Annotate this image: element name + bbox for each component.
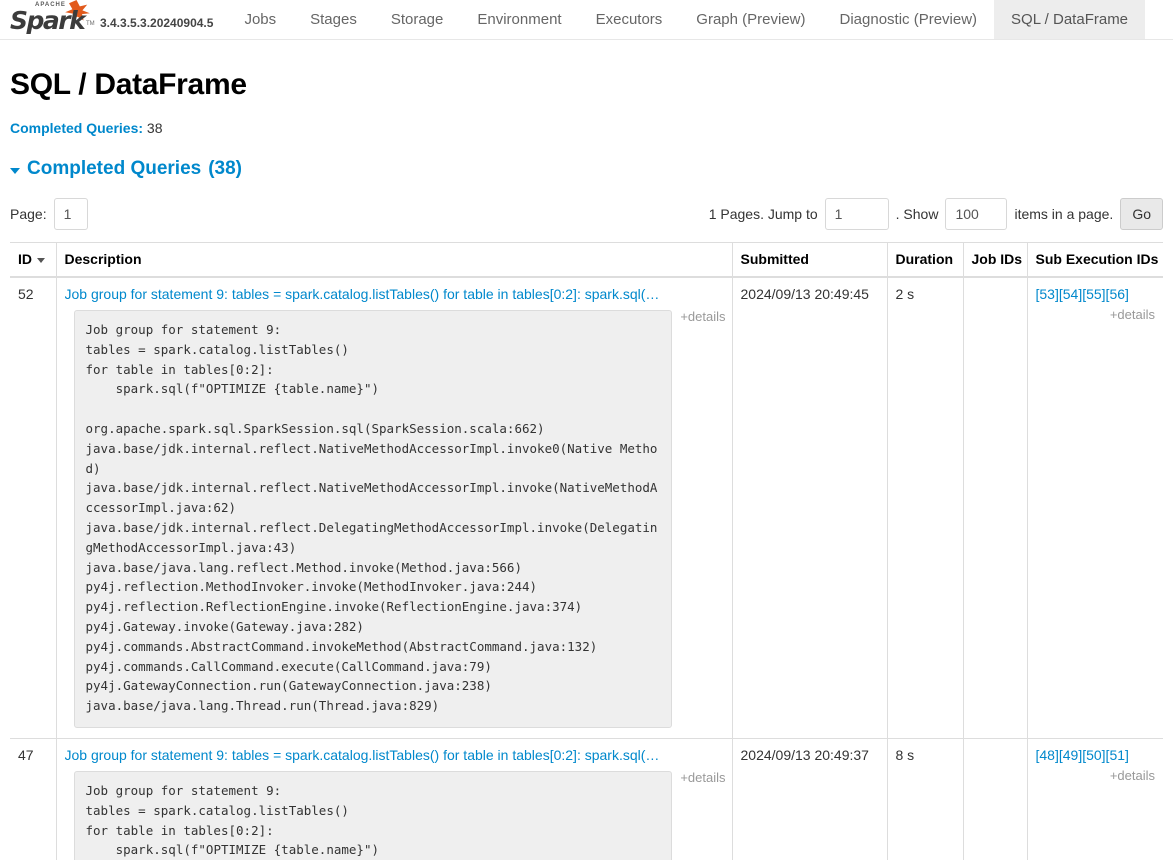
- column-header-id[interactable]: ID: [10, 242, 56, 278]
- page-content: SQL / DataFrame Completed Queries: 38 Co…: [0, 68, 1173, 860]
- query-details-block: Job group for statement 9: tables = spar…: [73, 770, 672, 860]
- table-row: 47 Job group for statement 9: tables = s…: [10, 738, 1163, 860]
- summary-label: Completed Queries:: [10, 120, 144, 136]
- sub-execution-ids-link[interactable]: [53][54][55][56]: [1036, 286, 1129, 302]
- column-header-job-ids[interactable]: Job IDs: [962, 242, 1027, 278]
- section-count: (38): [208, 158, 243, 179]
- tab-jobs[interactable]: Jobs: [227, 0, 293, 39]
- completed-queries-table: ID Description Submitted Duration Job ID…: [10, 242, 1163, 860]
- jump-to-input[interactable]: [824, 198, 889, 230]
- cell-duration: 2 s: [886, 277, 963, 739]
- spark-logo: APACHE Spark TM: [8, 0, 95, 35]
- sub-execution-details-toggle[interactable]: +details: [1036, 768, 1155, 783]
- cell-submitted: 2024/09/13 20:49:37: [731, 738, 887, 860]
- query-description-link[interactable]: Job group for statement 9: tables = spar…: [65, 286, 724, 302]
- query-details-block: Job group for statement 9: tables = spar…: [73, 310, 672, 728]
- pagination-bar: Page: 1 Pages. Jump to . Show items in a…: [10, 198, 1163, 230]
- tab-diagnostic-preview[interactable]: Diagnostic (Preview): [823, 0, 995, 39]
- cell-sub-execution-ids: [48][49][50][51] +details: [1026, 738, 1163, 860]
- sub-execution-details-toggle[interactable]: +details: [1036, 307, 1155, 322]
- page-label: Page:: [10, 206, 47, 222]
- section-title: Completed Queries: [27, 158, 202, 179]
- items-per-page-label: items in a page.: [1014, 206, 1114, 222]
- description-details-toggle[interactable]: +details: [680, 770, 725, 785]
- tab-graph-preview[interactable]: Graph (Preview): [679, 0, 822, 39]
- logo-spark-text: Spark: [10, 6, 86, 35]
- cell-duration: 8 s: [886, 738, 963, 860]
- main-navbar: APACHE Spark TM 3.4.3.5.3.20240904.5 Job…: [0, 0, 1173, 40]
- column-header-submitted[interactable]: Submitted: [731, 242, 887, 278]
- table-row: 52 Job group for statement 9: tables = s…: [10, 277, 1163, 739]
- tab-environment[interactable]: Environment: [460, 0, 578, 39]
- cell-sub-execution-ids: [53][54][55][56] +details: [1026, 277, 1163, 739]
- go-button[interactable]: Go: [1120, 198, 1163, 230]
- page-title: SQL / DataFrame: [10, 68, 247, 101]
- column-header-sub-execution-ids[interactable]: Sub Execution IDs: [1026, 242, 1163, 278]
- cell-job-ids: [962, 277, 1027, 739]
- tab-sql-dataframe[interactable]: SQL / DataFrame: [994, 0, 1146, 39]
- page-size-input[interactable]: [945, 198, 1008, 230]
- tab-storage[interactable]: Storage: [374, 0, 461, 39]
- pagination-left: Page:: [10, 198, 88, 230]
- page-input[interactable]: [53, 198, 88, 230]
- query-description-link[interactable]: Job group for statement 9: tables = spar…: [65, 747, 724, 763]
- completed-queries-section-toggle[interactable]: Completed Queries (38): [10, 158, 1163, 180]
- pagination-right: 1 Pages. Jump to . Show items in a page.…: [709, 198, 1163, 230]
- brand-logo[interactable]: APACHE Spark TM 3.4.3.5.3.20240904.5: [0, 0, 213, 39]
- summary-value: 38: [146, 120, 163, 136]
- tab-executors[interactable]: Executors: [579, 0, 680, 39]
- table-header-row: ID Description Submitted Duration Job ID…: [10, 242, 1163, 278]
- nav-tab-list: Jobs Stages Storage Environment Executor…: [227, 0, 1146, 39]
- cell-submitted: 2024/09/13 20:49:45: [731, 277, 887, 739]
- column-header-duration[interactable]: Duration: [886, 242, 963, 278]
- show-label: . Show: [895, 206, 939, 222]
- cell-id: 47: [10, 738, 56, 860]
- sub-execution-ids-link[interactable]: [48][49][50][51]: [1036, 747, 1129, 763]
- cell-job-ids: [962, 738, 1027, 860]
- column-header-description[interactable]: Description: [55, 242, 732, 278]
- pages-jump-label: 1 Pages. Jump to: [708, 206, 818, 222]
- cell-description: Job group for statement 9: tables = spar…: [55, 277, 732, 739]
- cell-id: 52: [10, 277, 56, 739]
- logo-trademark: TM: [86, 21, 95, 27]
- sort-descending-icon: [37, 257, 45, 263]
- spark-version: 3.4.3.5.3.20240904.5: [100, 16, 214, 30]
- tab-stages[interactable]: Stages: [293, 0, 374, 39]
- cell-description: Job group for statement 9: tables = spar…: [55, 738, 732, 860]
- completed-queries-summary: Completed Queries: 38: [10, 120, 1163, 136]
- description-details-toggle[interactable]: +details: [680, 309, 725, 324]
- column-header-id-label: ID: [18, 251, 32, 267]
- chevron-down-icon: [10, 167, 20, 174]
